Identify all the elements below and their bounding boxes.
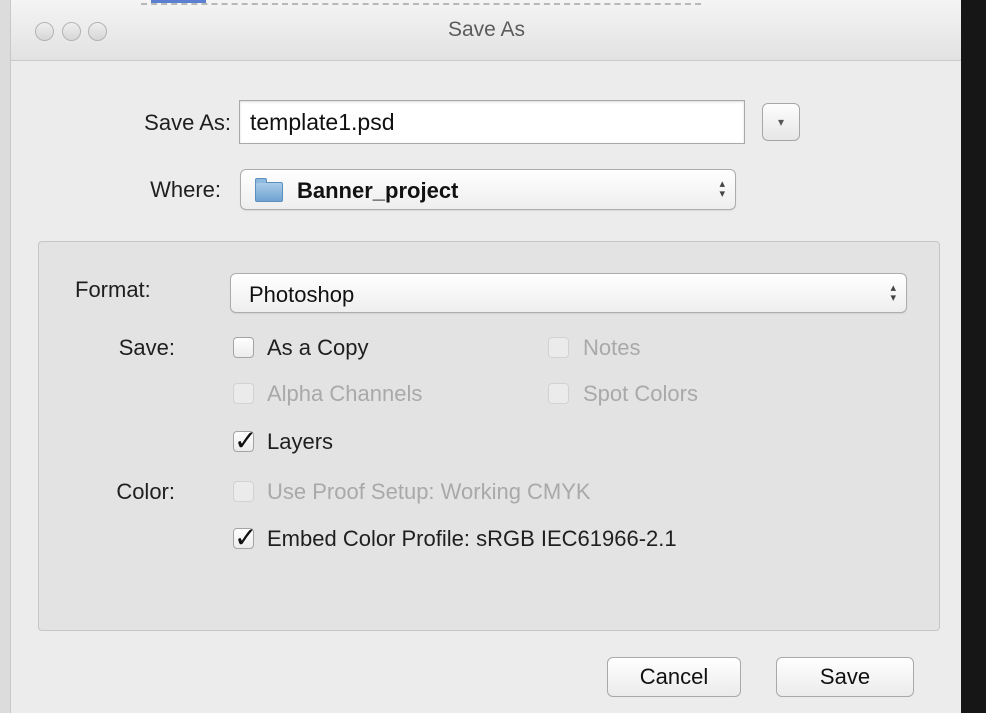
popup-arrows-icon: ▴ ▾ (890, 282, 896, 304)
embed-color-profile-label: Embed Color Profile: sRGB IEC61966-2.1 (267, 526, 677, 551)
as-a-copy-checkbox[interactable] (233, 337, 254, 358)
alpha-channels-checkbox[interactable] (233, 383, 254, 404)
format-label: Format: (75, 277, 151, 302)
background-window-edge (0, 0, 10, 713)
alpha-channels-label: Alpha Channels (267, 381, 423, 406)
checkmark-icon: ✓ (234, 521, 258, 554)
where-label: Where: (150, 177, 221, 202)
save-section-label: Save: (118, 335, 175, 360)
spot-colors-label: Spot Colors (583, 381, 698, 406)
as-a-copy-label: As a Copy (267, 335, 369, 360)
title-bar-divider (141, 3, 701, 5)
embed-color-profile-checkbox[interactable]: ✓ (233, 521, 257, 554)
popup-arrows-icon: ▴ ▾ (719, 178, 725, 200)
format-value: Photoshop (249, 282, 355, 307)
background-window-edge (961, 0, 986, 713)
folder-icon (255, 178, 283, 202)
checkmark-icon: ✓ (234, 424, 258, 457)
chevron-down-icon: ▾ (777, 115, 785, 129)
title-bar: Save As (11, 0, 962, 61)
use-proof-setup-label: Use Proof Setup: Working CMYK (267, 479, 591, 504)
window-title: Save As (447, 18, 526, 41)
save-as-dialog: Save As Save As: template1.psd ▾ Where: … (10, 0, 963, 713)
save-button[interactable]: Save (776, 657, 914, 697)
save-as-label: Save As: (144, 110, 231, 135)
where-location-value: Banner_project (297, 178, 459, 203)
notes-label: Notes (583, 335, 641, 360)
filename-input[interactable]: template1.psd (239, 100, 745, 144)
notes-checkbox[interactable] (548, 337, 569, 358)
where-location-popup[interactable]: Banner_project ▴ ▾ (240, 169, 736, 210)
spot-colors-checkbox[interactable] (548, 383, 569, 404)
expand-dialog-button[interactable]: ▾ (762, 103, 800, 141)
layers-checkbox[interactable]: ✓ (233, 424, 257, 457)
use-proof-setup-checkbox[interactable] (233, 481, 254, 502)
layers-label: Layers (267, 429, 334, 454)
color-section-label: Color: (116, 479, 175, 504)
format-popup[interactable]: Photoshop ▴ ▾ (230, 273, 907, 313)
cancel-button[interactable]: Cancel (607, 657, 741, 697)
